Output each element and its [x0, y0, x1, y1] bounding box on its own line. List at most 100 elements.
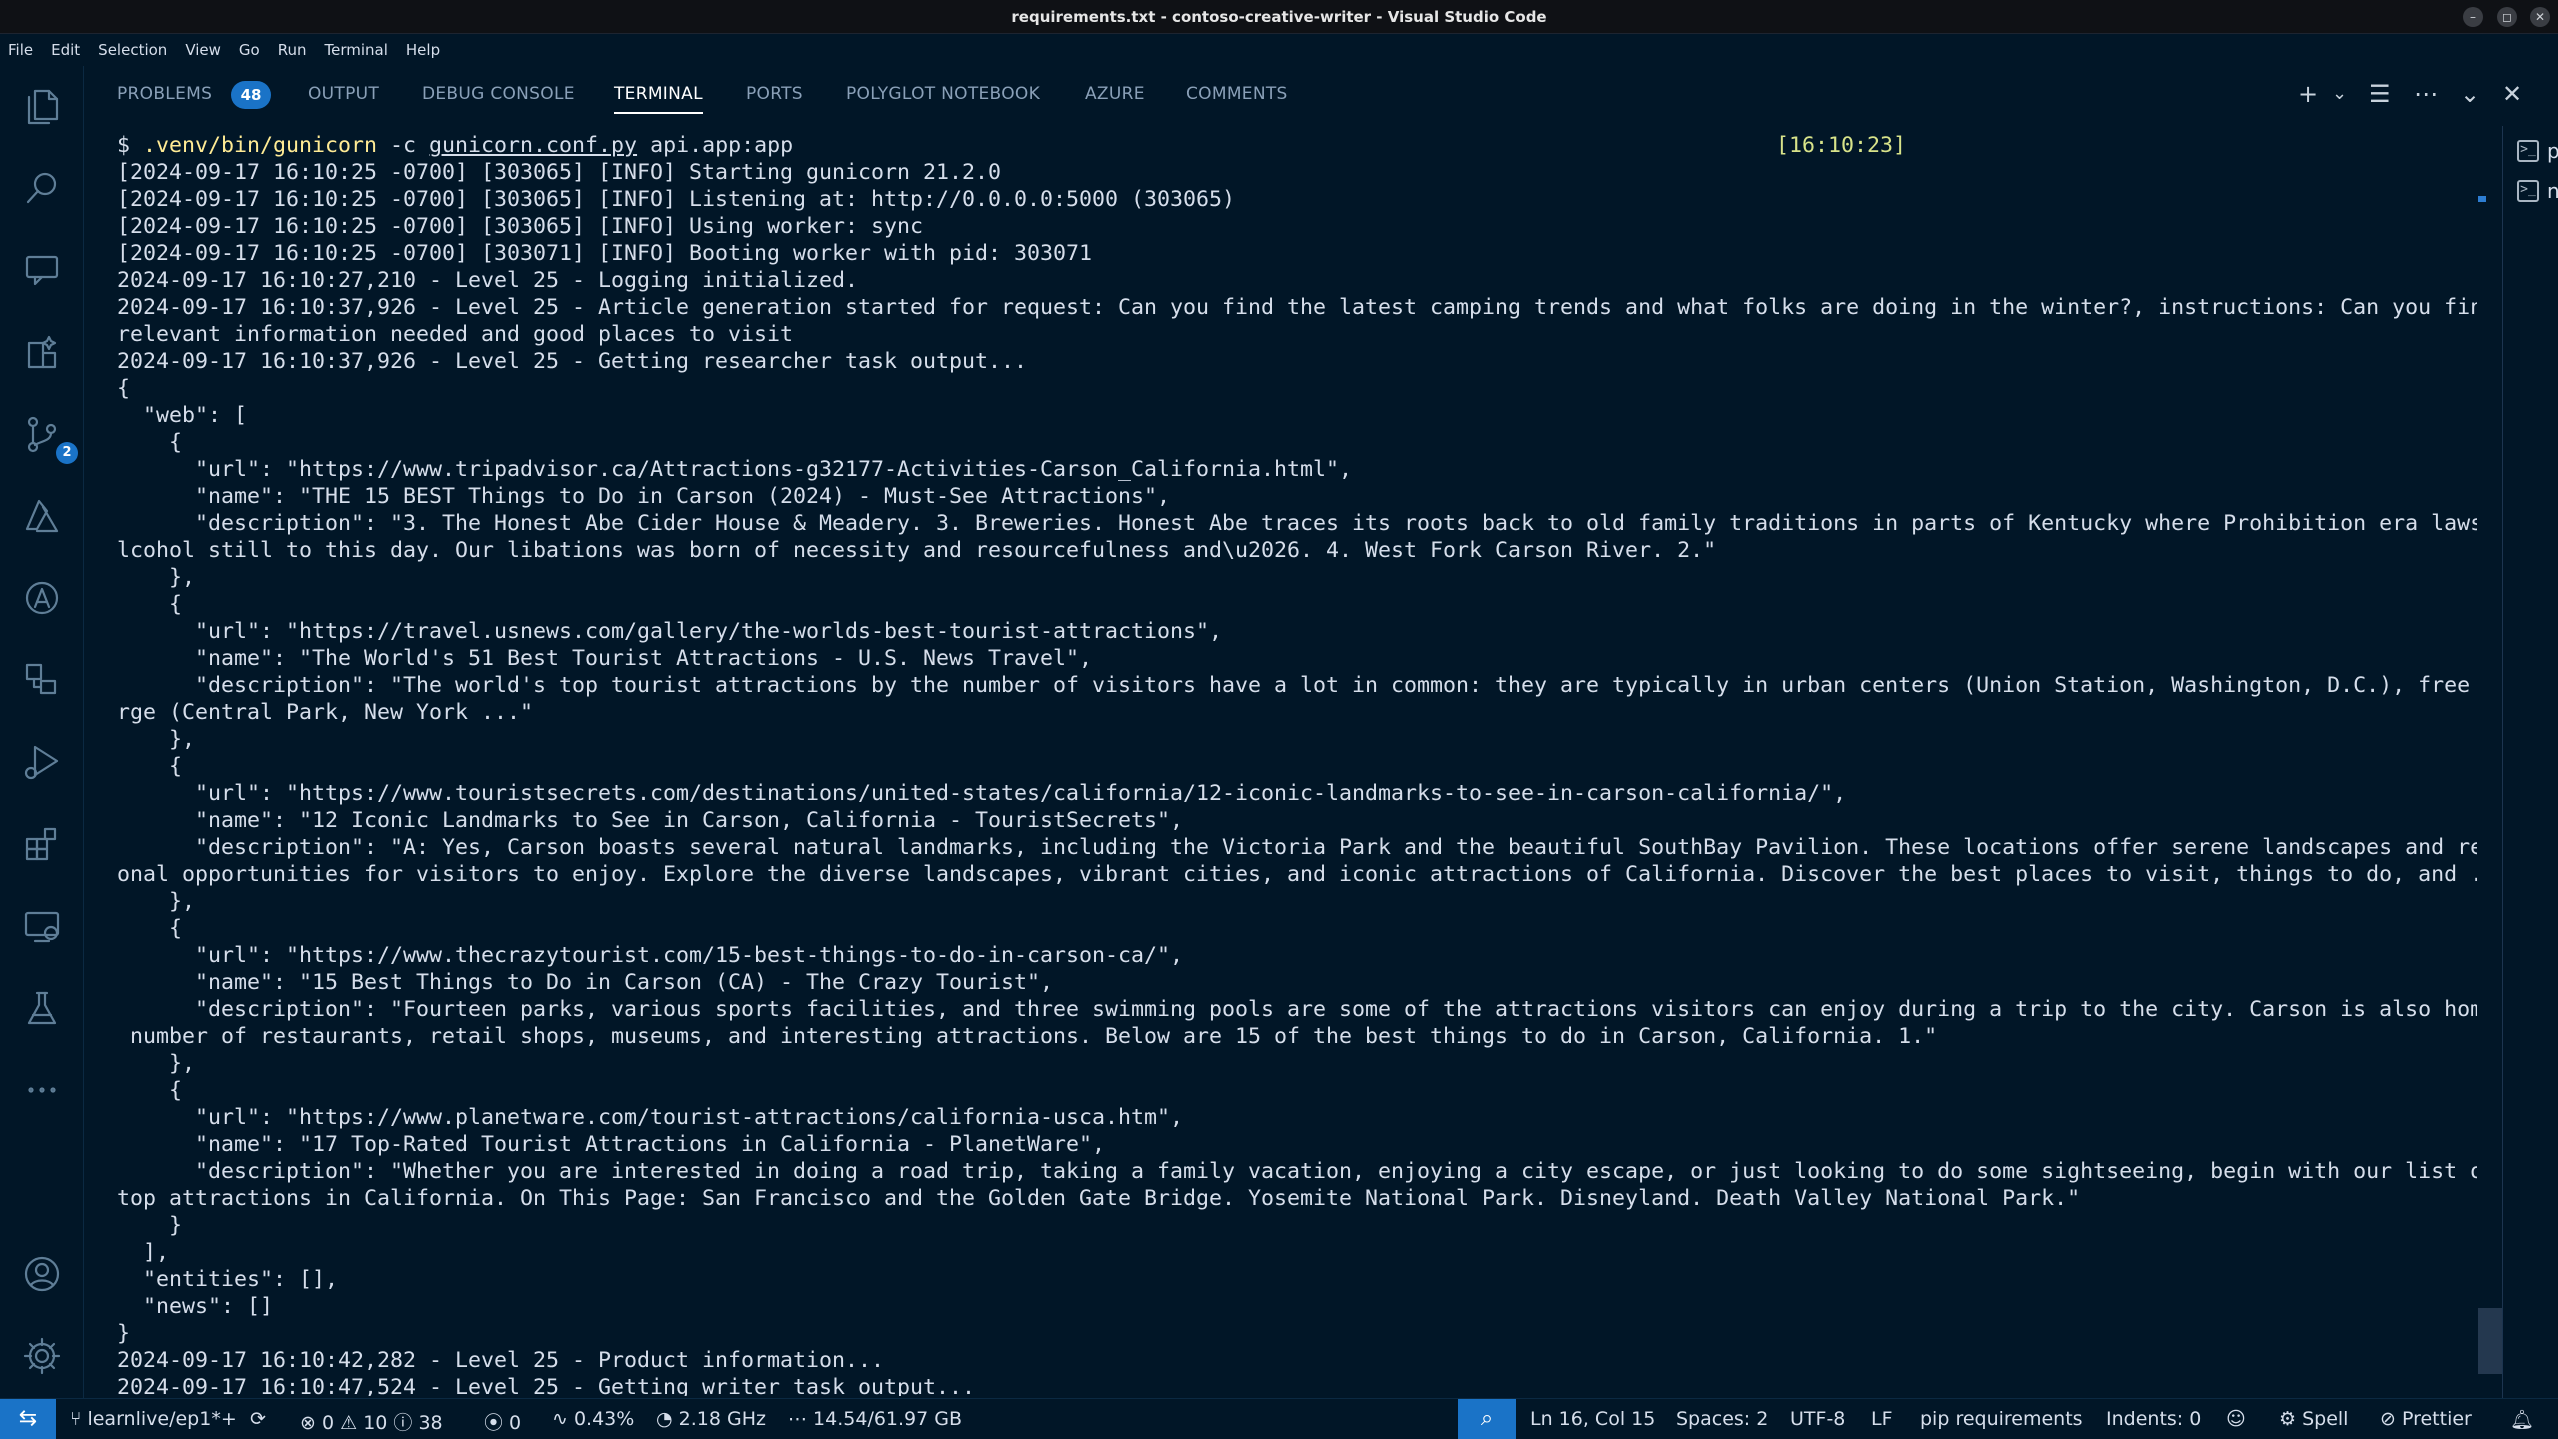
extensions-icon[interactable] — [14, 816, 70, 872]
more-icon[interactable] — [14, 1062, 70, 1118]
indentation-status[interactable]: Spaces: 2 — [1676, 1408, 1768, 1430]
memory-status: ⋯ 14.54/61.97 GB — [788, 1408, 963, 1430]
menu-edit[interactable]: Edit — [49, 39, 82, 61]
terminal-line: 2024-09-17 16:10:27,210 - Level 25 - Log… — [117, 268, 859, 293]
terminal-line: 2024-09-17 16:10:37,926 - Level 25 - Get… — [117, 349, 1028, 374]
terminal-icon: >_ — [2517, 180, 2539, 202]
branch-status[interactable]: ⑂ learnlive/ep1*+ — [70, 1408, 237, 1430]
spell-status[interactable]: ⚙ Spell — [2279, 1408, 2348, 1430]
containers-icon[interactable] — [14, 652, 70, 708]
terminal-line: { — [117, 592, 183, 617]
command-flag: -c — [377, 133, 430, 158]
tab-comments[interactable]: COMMENTS — [1186, 84, 1288, 114]
prettier-status[interactable]: ⊘ Prettier — [2380, 1408, 2472, 1430]
terminal-output[interactable]: $ .venv/bin/gunicorn -c gunicorn.conf.py… — [117, 132, 2477, 1396]
notifications-bell-icon[interactable]: 🔔︎ — [2510, 1408, 2534, 1431]
menu-view[interactable]: View — [183, 39, 223, 61]
tab-terminal[interactable]: TERMINAL — [614, 84, 703, 114]
prompt-symbol: $ — [117, 133, 144, 158]
testing-icon[interactable] — [14, 980, 70, 1036]
terminal-list-icon[interactable]: ☰ — [2369, 80, 2391, 108]
terminal-line: "description": "A: Yes, Carson boasts se… — [117, 835, 2477, 860]
terminal-line: relevant information needed and good pla… — [117, 322, 794, 347]
command-config-file[interactable]: gunicorn.conf.py — [429, 133, 637, 158]
terminal-dropdown-icon[interactable]: ⌄ — [2332, 80, 2347, 108]
chat-icon[interactable] — [14, 242, 70, 298]
tab-output[interactable]: OUTPUT — [308, 84, 379, 114]
ports-status[interactable]: ⦿ 0 — [484, 1408, 521, 1435]
menu-run[interactable]: Run — [276, 39, 309, 61]
terminal-item-python[interactable]: >_ pyth... — [2517, 136, 2558, 166]
terminal-scrollbar[interactable] — [2478, 132, 2502, 1396]
terminal-line: "description": "Whether you are interest… — [117, 1159, 2477, 1184]
azure-icon[interactable] — [14, 488, 70, 544]
terminal-line: 2024-09-17 16:10:47,524 - Level 25 - Get… — [117, 1375, 976, 1396]
terminal-lines: [2024-09-17 16:10:25 -0700] [303065] [IN… — [117, 159, 2477, 1396]
zoom-icon[interactable]: ⌕ — [1458, 1399, 1516, 1439]
terminal-line: "url": "https://travel.usnews.com/galler… — [117, 619, 1223, 644]
copilot-status-icon[interactable]: ☺ — [2226, 1408, 2246, 1430]
terminal-line: "entities": [], — [117, 1267, 339, 1292]
activity-bar: 2 — [0, 66, 84, 1398]
panel: PROBLEMS 48 OUTPUT DEBUG CONSOLE TERMINA… — [84, 66, 2558, 1398]
cpu-status: ∿ 0.43% — [552, 1408, 635, 1430]
terminal-line: number of restaurants, retail shops, mus… — [117, 1024, 1938, 1049]
cursor-position[interactable]: Ln 16, Col 15 — [1530, 1408, 1655, 1430]
problems-count-badge: 48 — [231, 81, 271, 109]
problems-status[interactable]: ⊗ 0 ⚠ 10 ⓘ 38 — [300, 1408, 443, 1435]
terminal-item-label: pyth... — [2547, 139, 2558, 163]
menu-terminal[interactable]: Terminal — [323, 39, 390, 61]
new-terminal-icon[interactable]: + — [2298, 80, 2318, 108]
terminal-line: lcohol still to this day. Our libations … — [117, 538, 1717, 563]
terminal-line: ], — [117, 1240, 170, 1265]
terminal-line: "url": "https://www.touristsecrets.com/d… — [117, 781, 1847, 806]
close-panel-icon[interactable]: ✕ — [2502, 80, 2522, 108]
menu-selection[interactable]: Selection — [96, 39, 169, 61]
scrollbar-thumb[interactable] — [2478, 1308, 2502, 1374]
menu-bar: File Edit Selection View Go Run Terminal… — [0, 34, 2558, 66]
remote-explorer-icon[interactable] — [14, 898, 70, 954]
eol-status[interactable]: LF — [1871, 1408, 1893, 1430]
prettier-icon: ⊘ — [2380, 1408, 2402, 1430]
pulse-icon: ∿ — [552, 1408, 574, 1430]
more-actions-icon[interactable]: ⋯ — [2414, 80, 2438, 108]
menu-help[interactable]: Help — [404, 39, 442, 61]
source-control-icon[interactable]: 2 — [14, 406, 78, 464]
tab-problems[interactable]: PROBLEMS — [117, 84, 212, 114]
broadcast-icon: ⦿ — [484, 1412, 510, 1434]
tab-polyglot-notebook[interactable]: POLYGLOT NOTEBOOK — [846, 84, 1040, 114]
sync-icon[interactable]: ⟳ — [250, 1408, 266, 1430]
tab-ports[interactable]: PORTS — [746, 84, 803, 114]
frequency-status: ◔ 2.18 GHz — [656, 1408, 766, 1430]
terminal-line: onal opportunities for visitors to enjoy… — [117, 862, 2477, 887]
run-debug-icon[interactable] — [14, 734, 70, 790]
terminal-line: [2024-09-17 16:10:25 -0700] [303071] [IN… — [117, 241, 1093, 266]
explorer-icon[interactable] — [14, 78, 70, 134]
terminal-line: rge (Central Park, New York ..." — [117, 700, 534, 725]
ai-icon[interactable] — [14, 570, 70, 626]
terminal-line: "web": [ — [117, 403, 248, 428]
tab-debug-console[interactable]: DEBUG CONSOLE — [422, 84, 575, 114]
terminal-line: }, — [117, 727, 196, 752]
accounts-icon[interactable] — [14, 1246, 70, 1302]
warning-icon: ⚠ — [334, 1412, 364, 1434]
menu-go[interactable]: Go — [237, 39, 262, 61]
remote-indicator-icon[interactable]: ⇆ — [0, 1399, 56, 1439]
menu-file[interactable]: File — [6, 39, 35, 61]
terminal-line: { — [117, 754, 183, 779]
search-icon[interactable] — [14, 160, 70, 216]
close-window-button[interactable]: ✕ — [2530, 7, 2550, 27]
encoding-status[interactable]: UTF-8 — [1790, 1408, 1845, 1430]
tab-azure[interactable]: AZURE — [1085, 84, 1145, 114]
language-mode[interactable]: pip requirements — [1920, 1408, 2083, 1430]
indents-status[interactable]: Indents: 0 — [2106, 1408, 2201, 1430]
terminal-line: [2024-09-17 16:10:25 -0700] [303065] [IN… — [117, 160, 1002, 185]
copilot-icon[interactable] — [14, 324, 70, 380]
terminal-line: { — [117, 1078, 183, 1103]
settings-icon[interactable] — [14, 1328, 70, 1384]
terminal-item-npm[interactable]: >_ npm... — [2517, 176, 2558, 206]
panel-tabs: PROBLEMS 48 OUTPUT DEBUG CONSOLE TERMINA… — [84, 66, 2558, 126]
collapse-panel-icon[interactable]: ⌄ — [2460, 80, 2480, 108]
minimize-button[interactable]: – — [2463, 7, 2483, 27]
maximize-button[interactable]: ◻ — [2497, 7, 2517, 27]
